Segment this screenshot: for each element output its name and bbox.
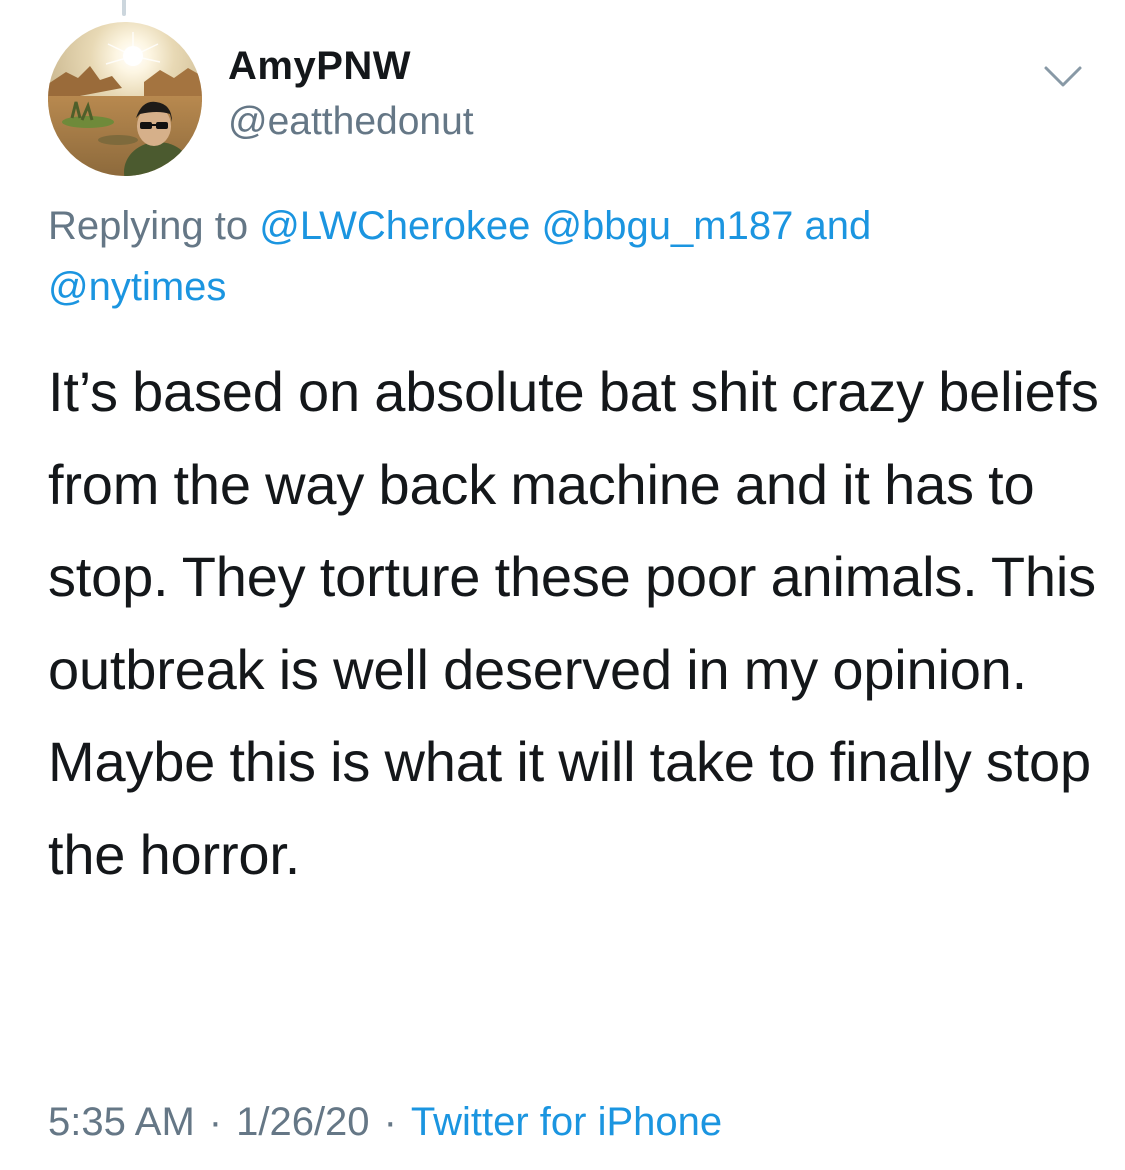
- tweet-text: It’s based on absolute bat shit crazy be…: [48, 360, 1099, 886]
- avatar-photo-icon: [48, 22, 202, 176]
- chevron-down-icon[interactable]: [1043, 62, 1083, 92]
- mention-link[interactable]: @LWCherokee: [259, 204, 530, 248]
- tweet-time[interactable]: 5:35 AM: [48, 1100, 195, 1144]
- reply-conjunction: and: [804, 204, 872, 248]
- tweet-date[interactable]: 1/26/20: [236, 1100, 369, 1144]
- author-display-name[interactable]: AmyPNW: [228, 44, 411, 89]
- tweet-metadata: 5:35 AM · 1/26/20 · Twitter for iPhone: [48, 1100, 722, 1145]
- meta-separator: ·: [383, 1100, 397, 1144]
- author-handle[interactable]: @eatthedonut: [228, 100, 474, 144]
- mention-link[interactable]: @nytimes: [48, 265, 226, 309]
- tweet-source-link[interactable]: Twitter for iPhone: [411, 1100, 722, 1144]
- thread-connector-line: [122, 0, 126, 16]
- author-avatar[interactable]: [48, 22, 202, 176]
- mention-link[interactable]: @bbgu_m187: [541, 204, 793, 248]
- reply-prefix: Replying to: [48, 204, 249, 248]
- reply-context: Replying to @LWCherokee @bbgu_m187 and @…: [48, 196, 1078, 318]
- meta-separator: ·: [208, 1100, 223, 1144]
